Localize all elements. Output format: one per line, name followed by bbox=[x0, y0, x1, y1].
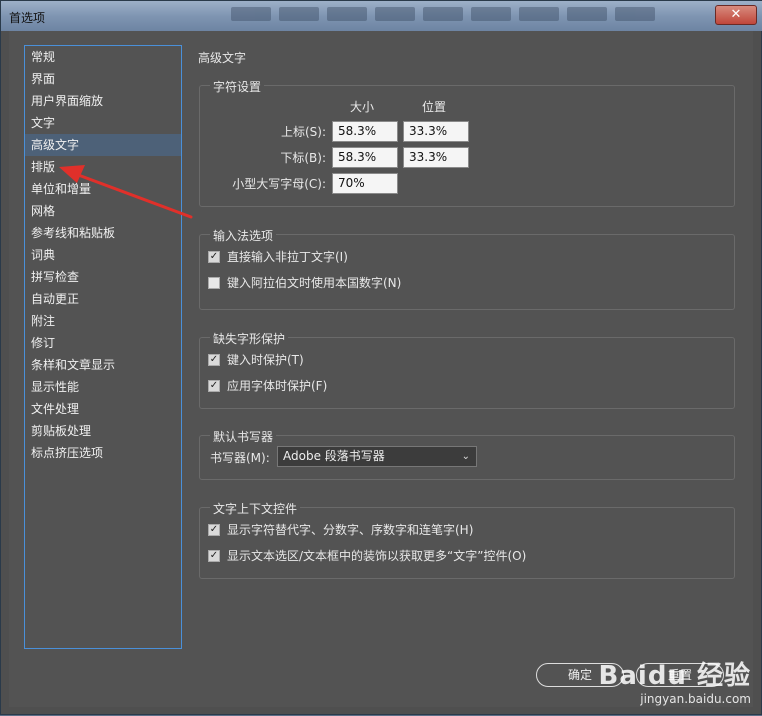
protect-typing-label: 键入时保护(T) bbox=[227, 353, 304, 367]
toolbar-blur-block bbox=[471, 7, 511, 21]
toolbar-blur-block bbox=[327, 7, 367, 21]
show-adornments-checkbox-row[interactable]: ✓ 显示文本选区/文本框中的装饰以获取更多“文字”控件(O) bbox=[208, 547, 526, 564]
background-toolbar bbox=[231, 7, 655, 25]
native-digits-checkbox[interactable] bbox=[208, 276, 220, 289]
native-digits-label: 键入阿拉伯文时使用本国数字(N) bbox=[227, 276, 402, 290]
sidebar-item[interactable]: 词典 bbox=[25, 244, 181, 266]
protect-typing-checkbox-row[interactable]: ✓ 键入时保护(T) bbox=[208, 351, 304, 368]
sidebar-item[interactable]: 文件处理 bbox=[25, 398, 181, 420]
direct-input-checkbox[interactable]: ✓ bbox=[208, 250, 220, 263]
default-composer-legend: 默认书写器 bbox=[210, 428, 277, 445]
toolbar-blur-block bbox=[375, 7, 415, 21]
protect-typing-checkbox[interactable]: ✓ bbox=[208, 353, 220, 366]
sidebar-item[interactable]: 高级文字 bbox=[25, 134, 181, 156]
show-adornments-label: 显示文本选区/文本框中的装饰以获取更多“文字”控件(O) bbox=[227, 549, 527, 563]
sidebar-item[interactable]: 参考线和粘贴板 bbox=[25, 222, 181, 244]
reset-button[interactable]: 重置 bbox=[636, 663, 724, 687]
sidebar-item[interactable]: 拼写检查 bbox=[25, 266, 181, 288]
composer-select-value: Adobe 段落书写器 bbox=[283, 449, 385, 463]
sidebar-item[interactable]: 单位和增量 bbox=[25, 178, 181, 200]
direct-input-label: 直接输入非拉丁文字(I) bbox=[227, 250, 348, 264]
context-controls-legend: 文字上下文控件 bbox=[210, 500, 301, 517]
superscript-label: 上标(S): bbox=[280, 125, 326, 139]
toolbar-blur-block bbox=[519, 7, 559, 21]
sidebar-item[interactable]: 显示性能 bbox=[25, 376, 181, 398]
toolbar-blur-block bbox=[231, 7, 271, 21]
preferences-dialog: 首选项 ✕ 常规 界面 用户界面缩放 文字 高级文字 排版 单位和增量 网格 参考线和粘贴板 词典… bbox=[0, 0, 762, 715]
missing-glyph-group: 缺失字形保护 ✓ 键入时保护(T) ✓ 应用字体时保护(F) bbox=[199, 330, 735, 409]
show-alternates-label: 显示字符替代字、分数字、序数字和连笔字(H) bbox=[227, 523, 474, 537]
title-bar: 首选项 ✕ bbox=[1, 1, 762, 31]
panel-title: 高级文字 bbox=[198, 51, 247, 65]
sidebar-item[interactable]: 用户界面缩放 bbox=[25, 90, 181, 112]
superscript-position-input[interactable]: 33.3% bbox=[403, 121, 469, 142]
subscript-position-input[interactable]: 33.3% bbox=[403, 147, 469, 168]
native-digits-checkbox-row[interactable]: 键入阿拉伯文时使用本国数字(N) bbox=[208, 274, 401, 291]
ime-options-group: 输入法选项 ✓ 直接输入非拉丁文字(I) 键入阿拉伯文时使用本国数字(N) bbox=[199, 227, 735, 310]
sidebar-item[interactable]: 排版 bbox=[25, 156, 181, 178]
subscript-label: 下标(B): bbox=[280, 151, 326, 165]
missing-glyph-legend: 缺失字形保护 bbox=[210, 330, 289, 347]
protect-font-label: 应用字体时保护(F) bbox=[227, 379, 328, 393]
position-column-header: 位置 bbox=[422, 100, 447, 114]
ime-options-legend: 输入法选项 bbox=[210, 227, 277, 244]
sidebar-item[interactable]: 条样和文章显示 bbox=[25, 354, 181, 376]
size-column-header: 大小 bbox=[350, 100, 375, 114]
window-title: 首选项 bbox=[9, 11, 46, 25]
protect-font-checkbox-row[interactable]: ✓ 应用字体时保护(F) bbox=[208, 377, 327, 394]
composer-select[interactable]: Adobe 段落书写器 ⌄ bbox=[277, 446, 477, 467]
sidebar-item[interactable]: 标点挤压选项 bbox=[25, 442, 181, 464]
superscript-size-input[interactable]: 58.3% bbox=[332, 121, 398, 142]
chevron-down-icon: ⌄ bbox=[461, 451, 470, 462]
sidebar-item[interactable]: 文字 bbox=[25, 112, 181, 134]
char-settings-group: 字符设置 大小 位置 上标(S): 58.3% 33.3% 下标(B): 58.… bbox=[199, 78, 735, 207]
toolbar-blur-block bbox=[567, 7, 607, 21]
sidebar-item[interactable]: 常规 bbox=[25, 46, 181, 68]
show-alternates-checkbox-row[interactable]: ✓ 显示字符替代字、分数字、序数字和连笔字(H) bbox=[208, 521, 473, 538]
sidebar-item[interactable]: 修订 bbox=[25, 332, 181, 354]
category-list: 常规 界面 用户界面缩放 文字 高级文字 排版 单位和增量 网格 参考线和粘贴板 词典 拼写检查 自动… bbox=[24, 45, 182, 649]
small-caps-input[interactable]: 70% bbox=[332, 173, 398, 194]
sidebar-item[interactable]: 界面 bbox=[25, 68, 181, 90]
char-settings-legend: 字符设置 bbox=[210, 78, 265, 95]
dialog-body: 常规 界面 用户界面缩放 文字 高级文字 排版 单位和增量 网格 参考线和粘贴板 词典 拼写检查 自动… bbox=[9, 31, 753, 707]
small-caps-label: 小型大写字母(C): bbox=[232, 177, 326, 191]
subscript-size-input[interactable]: 58.3% bbox=[332, 147, 398, 168]
toolbar-blur-block bbox=[279, 7, 319, 21]
sidebar-item[interactable]: 附注 bbox=[25, 310, 181, 332]
toolbar-blur-block bbox=[423, 7, 463, 21]
show-alternates-checkbox[interactable]: ✓ bbox=[208, 523, 220, 536]
context-controls-group: 文字上下文控件 ✓ 显示字符替代字、分数字、序数字和连笔字(H) ✓ 显示文本选… bbox=[199, 500, 735, 579]
ok-button[interactable]: 确定 bbox=[536, 663, 624, 687]
default-composer-group: 默认书写器 书写器(M): Adobe 段落书写器 ⌄ bbox=[199, 428, 735, 480]
direct-input-checkbox-row[interactable]: ✓ 直接输入非拉丁文字(I) bbox=[208, 248, 348, 265]
close-button[interactable]: ✕ bbox=[715, 5, 757, 25]
show-adornments-checkbox[interactable]: ✓ bbox=[208, 549, 220, 562]
sidebar-item[interactable]: 自动更正 bbox=[25, 288, 181, 310]
sidebar-item[interactable]: 网格 bbox=[25, 200, 181, 222]
sidebar-item[interactable]: 剪贴板处理 bbox=[25, 420, 181, 442]
protect-font-checkbox[interactable]: ✓ bbox=[208, 379, 220, 392]
composer-label: 书写器(M): bbox=[210, 451, 270, 465]
toolbar-blur-block bbox=[615, 7, 655, 21]
close-icon: ✕ bbox=[730, 7, 742, 22]
